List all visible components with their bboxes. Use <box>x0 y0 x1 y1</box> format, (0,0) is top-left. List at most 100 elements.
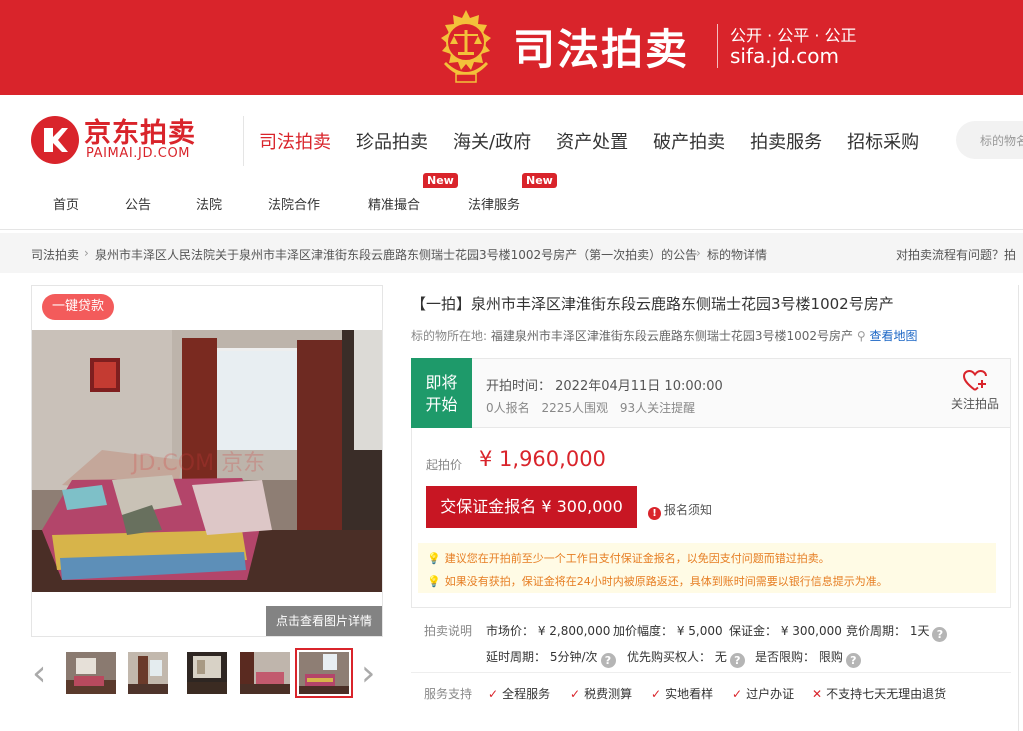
gallery-next-button[interactable]: › <box>361 656 375 692</box>
chevron-right-icon: › <box>696 246 701 260</box>
help-icon[interactable]: ? <box>932 627 948 642</box>
purchase-limit: 是否限购： 限购? <box>755 648 861 668</box>
nav-customs-government[interactable]: 海关/政府 <box>453 128 531 154</box>
breadcrumb-announcement[interactable]: 泉州市丰泽区人民法院关于泉州市丰泽区津淮街东段云鹿路东侧瑞士花园3号楼1002号… <box>95 246 697 263</box>
status-line: 开始 <box>425 395 458 414</box>
banner-domain: sifa.jd.com <box>730 44 839 68</box>
new-badge: New <box>522 173 557 188</box>
top-banner: 司法拍卖 公开 · 公平 · 公正 sifa.jd.com <box>0 0 1023 95</box>
service-text: 全程服务 <box>502 687 551 701</box>
subnav-precise-matching[interactable]: 精准撮合 <box>368 194 420 213</box>
subnav-home[interactable]: 首页 <box>53 194 79 213</box>
nav-asset-disposal[interactable]: 资产处置 <box>556 128 628 154</box>
nav-auction-service[interactable]: 拍卖服务 <box>750 128 822 154</box>
panel-border <box>1018 285 1019 731</box>
subnav-courts[interactable]: 法院 <box>196 194 222 213</box>
loan-tag[interactable]: 一键贷款 <box>42 294 114 320</box>
gallery-thumbnail[interactable] <box>66 652 116 694</box>
tip-text: 建议您在开拍前至少一个工作日支付保证金报名，以免因支付问题而错过拍卖。 <box>444 552 830 565</box>
chevron-right-icon: › <box>84 246 89 260</box>
logo-text[interactable]: 京东拍卖 <box>84 111 196 150</box>
nav-bidding-procurement[interactable]: 招标采购 <box>847 128 919 154</box>
sub-nav: 首页 公告 法院 法院合作 精准撮合 法律服务 New New <box>0 173 1023 214</box>
tip-item: 💡 如果没有获拍，保证金将在24小时内被原路返还，具体到账时间需要以银行信息提示为… <box>427 573 888 589</box>
cross-icon: ✕ <box>812 687 823 701</box>
service-item: ✓ 过户办证 <box>732 685 794 702</box>
item-title: 【一拍】泉州市丰泽区津淮街东段云鹿路东侧瑞士花园3号楼1002号房产 <box>411 295 894 313</box>
limit-text: 是否限购： 限购 <box>755 650 843 664</box>
nav-treasure-auction[interactable]: 珍品拍卖 <box>356 128 428 154</box>
help-icon[interactable]: ? <box>600 653 616 668</box>
check-icon: ✓ <box>488 687 499 701</box>
check-icon: ✓ <box>651 687 662 701</box>
start-price-label: 起拍价 <box>426 458 463 472</box>
alert-icon: ! <box>648 507 661 520</box>
service-item: ✓ 实地看样 <box>651 685 713 702</box>
search-input[interactable]: 标的物名 <box>956 121 1023 159</box>
banner-slogan: 公开 · 公平 · 公正 <box>730 26 857 45</box>
auction-rules: 拍卖说明 市场价： ¥ 2,800,000 加价幅度： ¥ 5,000 保证金：… <box>411 614 1011 670</box>
extension-text: 延时周期： 5分钟/次 <box>486 650 598 664</box>
bid-period-text: 竞价周期： 1天 <box>846 624 930 638</box>
subnav-legal-service[interactable]: 法律服务 <box>468 194 520 213</box>
status-line: 即将 <box>425 373 458 392</box>
new-badge: New <box>423 173 458 188</box>
gallery-thumbnail[interactable] <box>240 652 290 694</box>
check-icon: ✓ <box>570 687 581 701</box>
view-count: 2225人围观 <box>541 401 609 415</box>
lightbulb-icon: 💡 <box>427 575 441 588</box>
banner-divider <box>717 24 718 68</box>
main-nav: 司法拍卖 珍品拍卖 海关/政府 资产处置 破产拍卖 拍卖服务 招标采购 <box>259 128 944 154</box>
start-time: 开拍时间： 2022年04月11日 10:00:00 <box>486 379 723 394</box>
divider <box>411 672 1011 673</box>
item-location: 标的物所在地: 福建泉州市丰泽区津淮街东段云鹿路东侧瑞士花园3号楼1002号房产… <box>411 327 918 344</box>
signup-count: 0人报名 <box>486 401 530 415</box>
map-pin-icon: ⚲ <box>856 329 866 343</box>
follower-count: 93人关注提醒 <box>619 401 696 415</box>
heart-plus-icon <box>962 369 987 391</box>
breadcrumb: 司法拍卖 › 泉州市丰泽区人民法院关于泉州市丰泽区津淮街东段云鹿路东侧瑞士花园3… <box>0 233 1023 273</box>
lightbulb-icon: 💡 <box>427 552 441 565</box>
photo-watermark: JD.COM 京东 <box>130 451 265 476</box>
service-text: 过户办证 <box>746 687 795 701</box>
notice-label: 报名须知 <box>664 503 713 517</box>
nav-judicial-auction[interactable]: 司法拍卖 <box>259 128 331 154</box>
service-text: 实地看样 <box>665 687 714 701</box>
start-price: ¥ 1,960,000 <box>479 447 606 471</box>
gallery-thumbnail[interactable] <box>128 652 168 694</box>
main-photo[interactable]: JD.COM 京东 <box>32 330 382 592</box>
follow-button[interactable]: 关注拍品 <box>946 369 1004 412</box>
gallery-thumbnail-selected[interactable] <box>295 648 353 698</box>
view-map-link[interactable]: 查看地图 <box>870 329 918 343</box>
status-badge: 即将 开始 <box>411 358 472 428</box>
help-icon[interactable]: ? <box>729 653 745 668</box>
location-value: 福建泉州市丰泽区津淮街东段云鹿路东侧瑞士花园3号楼1002号房产 <box>490 329 854 343</box>
tip-text: 如果没有获拍，保证金将在24小时内被原路返还，具体到账时间需要以银行信息提示为准… <box>444 575 888 588</box>
banner-title: 司法拍卖 <box>513 25 690 74</box>
pay-deposit-register-button[interactable]: 交保证金报名 ¥ 300,000 <box>426 486 637 528</box>
subnav-announcements[interactable]: 公告 <box>125 194 151 213</box>
breadcrumb-judicial[interactable]: 司法拍卖 <box>31 246 79 263</box>
follow-label: 关注拍品 <box>950 397 999 411</box>
service-item: ✓ 全程服务 <box>488 685 550 702</box>
bid-period: 竞价周期： 1天? <box>846 622 948 642</box>
market-price: 市场价： ¥ 2,800,000 <box>486 624 611 638</box>
auction-stats: 0人报名 2225人围观 93人关注提醒 <box>486 399 703 416</box>
registration-notice-link[interactable]: ! 报名须知 <box>648 501 712 520</box>
priority-text: 优先购买权人： 无 <box>627 650 727 664</box>
priority-buyer: 优先购买权人： 无? <box>627 648 745 668</box>
view-image-detail-button[interactable]: 点击查看图片详情 <box>266 606 382 636</box>
subnav-court-cooperation[interactable]: 法院合作 <box>268 194 320 213</box>
extension-period: 延时周期： 5分钟/次? <box>486 648 616 668</box>
header-divider <box>243 116 244 166</box>
nav-bankruptcy-auction[interactable]: 破产拍卖 <box>653 128 725 154</box>
help-link[interactable]: 对拍卖流程有问题？拍 <box>896 246 1016 263</box>
gallery-thumbnail[interactable] <box>187 652 227 694</box>
check-icon: ✓ <box>732 687 743 701</box>
logo-domain[interactable]: PAIMAI.JD.COM <box>86 146 190 161</box>
deposit-amount: 保证金： ¥ 300,000 <box>729 624 842 638</box>
service-item: ✓ 税费测算 <box>570 685 632 702</box>
help-icon[interactable]: ? <box>845 653 861 668</box>
court-emblem-icon <box>441 10 491 83</box>
gallery-prev-button[interactable]: ‹ <box>32 656 46 692</box>
